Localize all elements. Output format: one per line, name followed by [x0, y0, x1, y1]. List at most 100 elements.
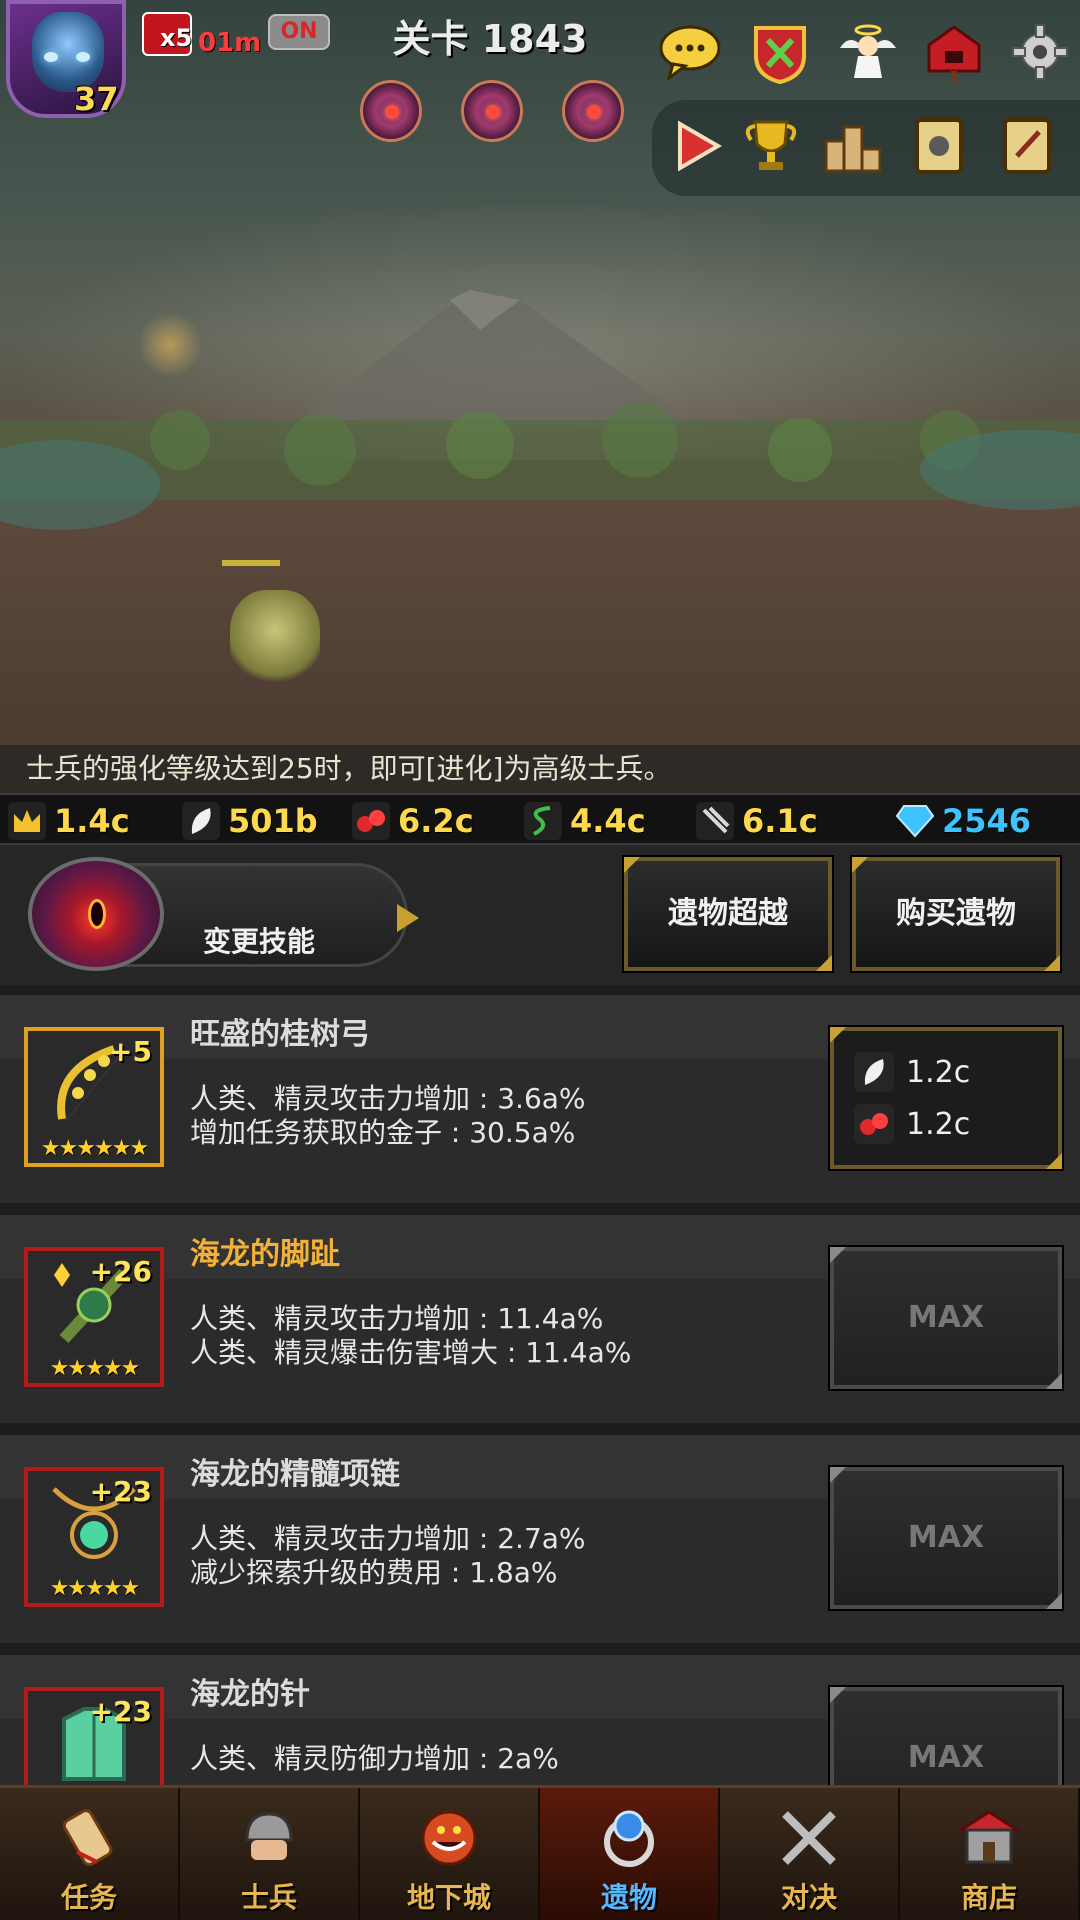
avatar-eye-left: [44, 52, 58, 62]
relic-icon-sea-dragon-needle[interactable]: +23 ★★★★★: [24, 1687, 164, 1785]
relic-icon-laurel-bow[interactable]: +5 ★★★★★★: [24, 1027, 164, 1167]
relic-stat: 减少探索升级的费用 : 1.8a%: [190, 1556, 558, 1589]
change-skill-label: 变更技能: [203, 925, 316, 958]
battle-ground: [0, 500, 1080, 745]
skill-eye-orb-icon[interactable]: [28, 857, 164, 971]
currency-value: 501b: [228, 802, 318, 840]
skill-book-icon[interactable]: [906, 112, 972, 180]
relic-name: 旺盛的桂树弓: [190, 1017, 370, 1052]
currency-value: 6.2c: [398, 802, 474, 840]
scroll-icon: [49, 1798, 129, 1878]
mailbox-icon[interactable]: [920, 18, 988, 86]
relic-name: 海龙的脚趾: [190, 1237, 340, 1272]
cost-value: 1.2c: [906, 1054, 971, 1090]
battle-scene: 37 x5 01m ON 关卡 1843: [0, 0, 1080, 745]
boss-orb-icon: [562, 80, 624, 142]
guild-crest-icon[interactable]: [746, 18, 814, 86]
currency-diamond: 2546: [896, 795, 1031, 847]
relic-stars: ★★★★★: [49, 1576, 141, 1601]
orb-ring-icon: [589, 1798, 669, 1878]
red-crystal-icon: [854, 1104, 894, 1144]
relic-enhance-level: +23: [89, 1475, 152, 1508]
relic-icon-sea-dragon-necklace[interactable]: +23 ★★★★★: [24, 1467, 164, 1607]
relic-list[interactable]: +5 ★★★★★★ 旺盛的桂树弓 人类、精灵攻击力增加 : 3.6a% 增加任务…: [0, 985, 1080, 1785]
diamond-icon: [896, 802, 934, 840]
tip-banner: 士兵的强化等级达到25时，即可[进化]为高级士兵。: [0, 745, 1080, 793]
relic-transcend-button[interactable]: 遗物超越: [622, 855, 834, 973]
relic-max-button[interactable]: MAX: [828, 1245, 1064, 1391]
stage-title: 关卡 1843: [392, 17, 588, 61]
green-vine-icon: [524, 802, 562, 840]
relic-row[interactable]: +26 ★★★★★ 海龙的脚趾 人类、精灵攻击力增加 : 11.4a% 人类、精…: [0, 1215, 1080, 1423]
currency-vine: 4.4c: [524, 795, 646, 847]
nav-tab-dungeon[interactable]: 地下城: [360, 1788, 540, 1920]
relic-row[interactable]: +23 ★★★★★ 海龙的针 人类、精灵防御力增加 : 2a% MAX: [0, 1655, 1080, 1785]
currency-bar: 1.4c 501b 6.2c 4.4c 6.1c 2546: [0, 793, 1080, 845]
play-icon[interactable]: [664, 112, 730, 180]
nav-label: 对决: [780, 1881, 837, 1914]
buy-relic-button[interactable]: 购买遗物: [850, 855, 1062, 973]
claw-icon: [696, 802, 734, 840]
quest-book-icon[interactable]: [994, 112, 1060, 180]
nav-tab-soldier[interactable]: 士兵: [180, 1788, 360, 1920]
relic-icon-sea-dragon-toe[interactable]: +26 ★★★★★: [24, 1247, 164, 1387]
relic-upgrade-button[interactable]: 1.2c 1.2c: [828, 1025, 1064, 1171]
relic-row[interactable]: +23 ★★★★★ 海龙的精髓项链 人类、精灵攻击力增加 : 2.7a% 减少探…: [0, 1435, 1080, 1643]
upgrade-cost-feather: 1.2c: [854, 1049, 970, 1095]
relic-stars: ★★★★★: [49, 1356, 141, 1381]
relic-enhance-level: +5: [109, 1035, 152, 1068]
currency-feather: 501b: [182, 795, 318, 847]
nav-label: 商店: [960, 1881, 1017, 1914]
relic-max-button[interactable]: MAX: [828, 1685, 1064, 1785]
relic-name: 海龙的针: [190, 1677, 310, 1712]
shop-icon: [949, 1798, 1029, 1878]
chevron-right-icon: [397, 904, 419, 932]
reindeer-enemy: [140, 310, 200, 380]
nav-tab-duel[interactable]: 对决: [720, 1788, 900, 1920]
currency-claw: 6.1c: [696, 795, 818, 847]
hero-hp-bar: [222, 560, 280, 566]
relic-name: 海龙的精髓项链: [190, 1457, 400, 1492]
currency-red-crystal: 6.2c: [352, 795, 474, 847]
player-level: 37: [74, 80, 119, 118]
currency-crown: 1.4c: [8, 795, 130, 847]
boss-orb-icon: [360, 80, 422, 142]
feather-icon: [182, 802, 220, 840]
nav-label: 地下城: [406, 1881, 491, 1914]
boost-timer: 01m: [198, 28, 262, 58]
relic-enhance-level: +23: [89, 1695, 152, 1728]
relic-stars: ★★★★★★: [40, 1136, 149, 1161]
currency-value: 1.4c: [54, 802, 130, 840]
trophy-icon[interactable]: [738, 112, 804, 180]
auto-toggle[interactable]: ON: [268, 14, 330, 50]
currency-value: 6.1c: [742, 802, 818, 840]
upgrade-cost-crystal: 1.2c: [854, 1101, 970, 1147]
nav-label: 任务: [60, 1881, 117, 1914]
crossed-swords-icon: [769, 1798, 849, 1878]
ranking-podium-icon[interactable]: [820, 112, 886, 180]
skill-orb-pupil: [88, 899, 106, 929]
relic-stat: 增加任务获取的金子 : 30.5a%: [190, 1116, 576, 1149]
nav-label: 遗物: [600, 1881, 657, 1914]
boss-orb-icon: [461, 80, 523, 142]
hero-character: [230, 590, 320, 690]
relic-max-button[interactable]: MAX: [828, 1465, 1064, 1611]
crown-icon: [8, 802, 46, 840]
angel-icon[interactable]: [834, 18, 902, 86]
gear-icon[interactable]: [1006, 18, 1074, 86]
boost-multiplier: x5: [160, 24, 193, 52]
feather-icon: [854, 1052, 894, 1092]
currency-value: 4.4c: [570, 802, 646, 840]
cost-value: 1.2c: [906, 1106, 971, 1142]
relic-stat: 人类、精灵爆击伤害增大 : 11.4a%: [190, 1336, 632, 1369]
nav-tab-relic[interactable]: 遗物: [540, 1788, 720, 1920]
red-crystal-icon: [352, 802, 390, 840]
nav-tab-shop[interactable]: 商店: [900, 1788, 1080, 1920]
relic-stat: 人类、精灵防御力增加 : 2a%: [190, 1742, 559, 1775]
relic-row[interactable]: +5 ★★★★★★ 旺盛的桂树弓 人类、精灵攻击力增加 : 3.6a% 增加任务…: [0, 995, 1080, 1203]
relic-action-row: 变更技能 遗物超越 购买遗物: [0, 845, 1080, 985]
relic-enhance-level: +26: [89, 1255, 152, 1288]
nav-tab-quest[interactable]: 任务: [0, 1788, 180, 1920]
chat-icon[interactable]: [656, 18, 724, 86]
soldier-helmet-icon: [229, 1798, 309, 1878]
